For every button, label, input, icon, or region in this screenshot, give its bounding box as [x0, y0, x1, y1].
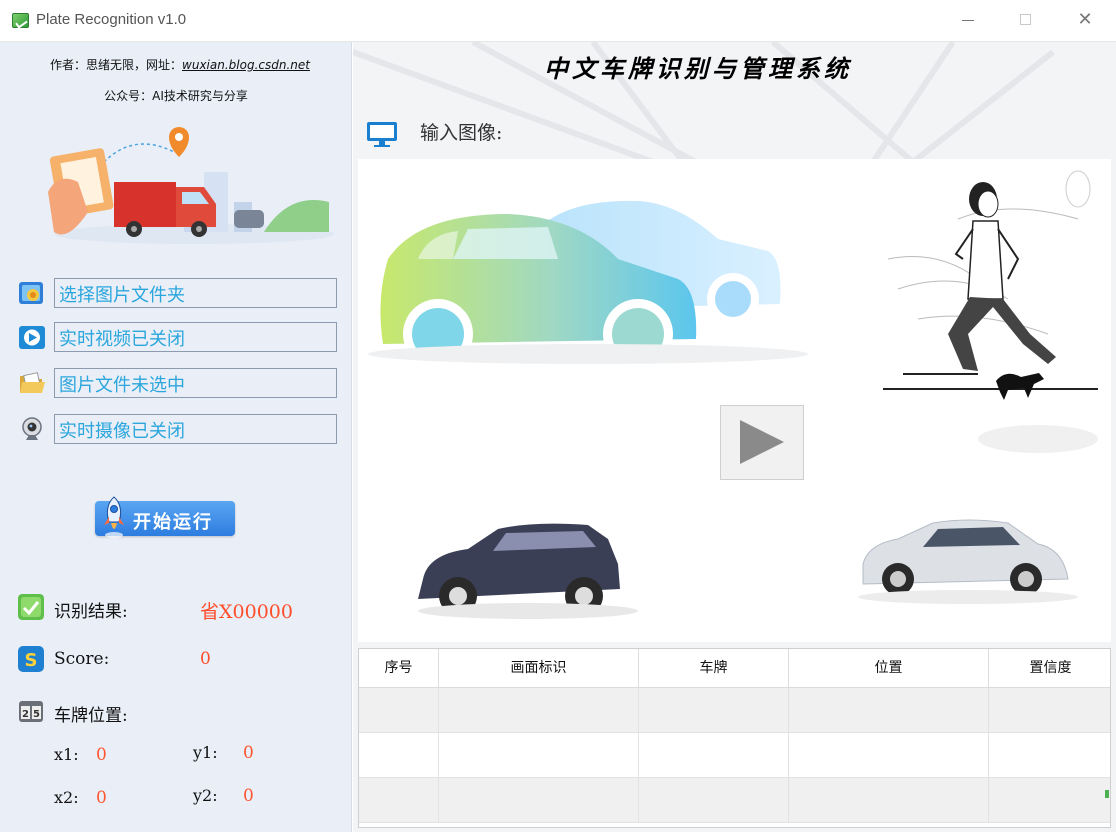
maximize-icon	[1020, 14, 1031, 25]
menu-label: 实时摄像已关闭	[59, 421, 185, 442]
column-header[interactable]: 置信度	[989, 649, 1110, 688]
svg-text:S: S	[25, 650, 38, 671]
score-label: Score:	[54, 649, 110, 669]
table-row[interactable]	[359, 688, 1110, 733]
score-value: 0	[200, 649, 211, 669]
maximize-button[interactable]	[1011, 8, 1041, 32]
menu-label: 选择图片文件夹	[59, 285, 185, 306]
result-label: 识别结果:	[54, 602, 128, 622]
monitor-icon	[367, 122, 397, 147]
close-button[interactable]: ✕	[1070, 8, 1100, 32]
rocket-icon	[104, 496, 124, 538]
input-image-label: 输入图像:	[420, 122, 503, 144]
system-title: 中文车牌识别与管理系统	[544, 54, 852, 83]
table-cell	[439, 778, 639, 823]
table-cell	[359, 778, 439, 823]
table-cell	[359, 688, 439, 733]
menu-box[interactable]: 选择图片文件夹	[54, 278, 337, 308]
input-image-view[interactable]	[358, 159, 1111, 642]
title-bar: Plate Recognition v1.0 ✕	[0, 0, 1116, 42]
window-title: Plate Recognition v1.0	[36, 11, 187, 28]
menu-item-video[interactable]: 实时视频已关闭	[18, 322, 338, 352]
sidebar: 作者：思绪无限，网址：wuxian.blog.csdn.net 公众号：AI技术…	[0, 42, 352, 832]
menu-label: 图片文件未选中	[59, 375, 185, 396]
author-line: 作者：思绪无限，网址：wuxian.blog.csdn.net	[0, 56, 360, 73]
folder-image-icon	[19, 282, 43, 304]
menu-box[interactable]: 实时视频已关闭	[54, 322, 337, 352]
table-cell	[789, 733, 989, 778]
menu-box[interactable]: 图片文件未选中	[54, 368, 337, 398]
x2-value: 0	[96, 788, 107, 808]
table-cell	[639, 733, 789, 778]
table-row[interactable]	[359, 778, 1110, 823]
column-header[interactable]: 位置	[789, 649, 989, 688]
menu-item-image-file[interactable]: 图片文件未选中	[18, 368, 338, 398]
y1-label: y1:	[193, 743, 218, 762]
y2-label: y2:	[193, 786, 218, 805]
score-icon: S	[18, 646, 44, 672]
position-label: 车牌位置:	[54, 706, 128, 726]
result-check-icon	[18, 594, 44, 620]
svg-text:5: 5	[33, 709, 40, 720]
table-row[interactable]	[359, 733, 1110, 778]
app-icon	[12, 13, 29, 28]
open-folder-icon	[20, 372, 45, 393]
video-play-icon	[19, 326, 45, 349]
result-value: 省X00000	[200, 601, 293, 623]
table-cell	[359, 733, 439, 778]
y2-value: 0	[243, 786, 254, 806]
position-icon: 2 5	[19, 701, 43, 722]
minimize-icon	[962, 20, 974, 21]
score-row: S Score: 0	[18, 646, 338, 676]
menu-item-select-folder[interactable]: 选择图片文件夹	[18, 278, 338, 308]
column-header[interactable]: 车牌	[639, 649, 789, 688]
table-cell	[439, 733, 639, 778]
webcam-icon	[22, 417, 42, 440]
y1-value: 0	[243, 743, 254, 763]
table-cell	[789, 778, 989, 823]
table-cell	[989, 733, 1110, 778]
table-cell	[639, 688, 789, 733]
table-cell	[989, 688, 1110, 733]
delivery-illustration	[48, 127, 334, 244]
column-header[interactable]: 序号	[359, 649, 439, 688]
close-icon: ✕	[1077, 9, 1093, 30]
column-header[interactable]: 画面标识	[439, 649, 639, 688]
play-icon	[740, 420, 784, 464]
table-cell	[439, 688, 639, 733]
table-cell	[989, 778, 1110, 823]
table-cell	[789, 688, 989, 733]
wechat-line: 公众号：AI技术研究与分享	[104, 89, 248, 103]
start-run-label: 开始运行	[133, 512, 213, 533]
author-text: 作者：思绪无限，网址：	[50, 58, 183, 72]
x1-value: 0	[96, 745, 107, 765]
minimize-button[interactable]	[953, 8, 983, 32]
svg-text:2: 2	[22, 709, 29, 720]
car-illustration-image	[368, 170, 1098, 619]
position-row: 2 5 车牌位置:	[18, 698, 338, 728]
x1-label: x1:	[54, 745, 79, 764]
result-table: 序号 画面标识 车牌 位置 置信度	[358, 648, 1111, 828]
menu-label: 实时视频已关闭	[59, 329, 185, 350]
result-row: 识别结果: 省X00000	[18, 594, 338, 624]
table-header: 序号 画面标识 车牌 位置 置信度	[359, 649, 1110, 688]
x2-label: x2:	[54, 788, 79, 807]
play-button[interactable]	[720, 405, 804, 480]
author-link[interactable]: wuxian.blog.csdn.net	[182, 58, 310, 72]
scrollbar-marker[interactable]	[1105, 790, 1109, 798]
start-run-button[interactable]: 开始运行	[95, 496, 235, 538]
menu-box[interactable]: 实时摄像已关闭	[54, 414, 337, 444]
table-cell	[639, 778, 789, 823]
menu-item-camera[interactable]: 实时摄像已关闭	[18, 414, 338, 444]
